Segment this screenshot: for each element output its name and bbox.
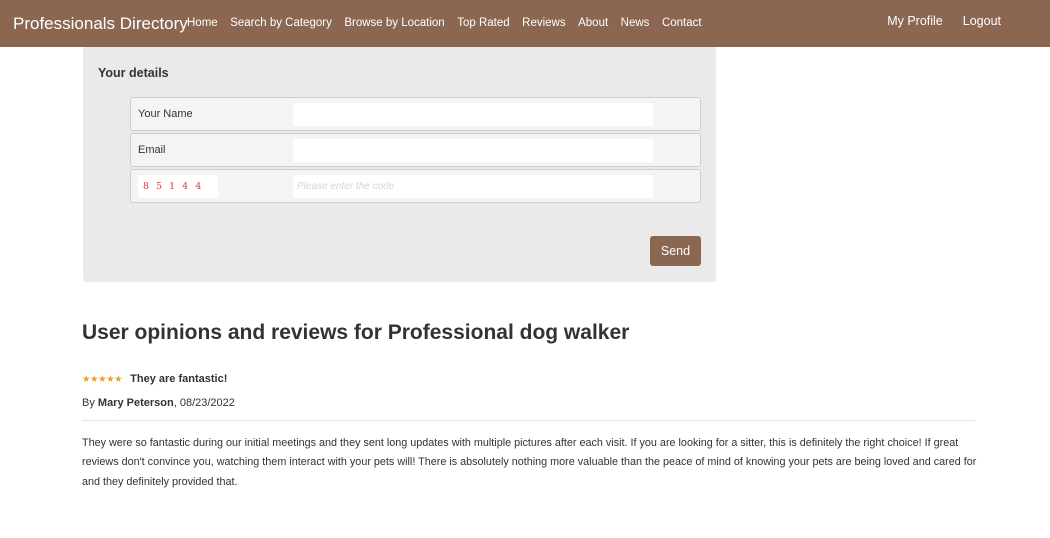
- review-body: They were so fantastic during our initia…: [82, 437, 977, 488]
- email-row: Email: [130, 133, 701, 167]
- brand-logo[interactable]: Professionals Directory: [13, 14, 188, 34]
- captcha-digit: 5: [156, 181, 163, 192]
- star-icon: ★: [114, 373, 123, 385]
- captcha-digit: 4: [182, 181, 189, 192]
- nav-contact[interactable]: Contact: [662, 17, 702, 29]
- star-rating: ★ ★ ★ ★ ★: [82, 373, 123, 385]
- nav-browse-by-location[interactable]: Browse by Location: [344, 17, 444, 29]
- nav-search-by-category[interactable]: Search by Category: [230, 17, 332, 29]
- nav-links: Home Search by Category Browse by Locati…: [187, 17, 714, 29]
- reviews-heading: User opinions and reviews for Profession…: [82, 321, 630, 344]
- review-title: They are fantastic!: [130, 373, 228, 385]
- captcha-image: 8 5 1 4 4: [138, 175, 218, 198]
- star-icon: ★: [82, 373, 91, 385]
- nav-my-profile[interactable]: My Profile: [887, 14, 943, 28]
- nav-about[interactable]: About: [578, 17, 608, 29]
- captcha-digit: 8: [143, 181, 150, 192]
- send-button[interactable]: Send: [650, 236, 701, 266]
- name-row: Your Name: [130, 97, 701, 131]
- captcha-input[interactable]: [293, 175, 653, 198]
- captcha-digit: 4: [195, 181, 202, 192]
- nav-reviews[interactable]: Reviews: [522, 17, 565, 29]
- review-author: Mary Peterson: [97, 397, 174, 409]
- captcha-row: 8 5 1 4 4: [130, 169, 701, 203]
- review-header: ★ ★ ★ ★ ★ They are fantastic!: [82, 373, 227, 385]
- contact-form-panel: Your details Your Name Email 8 5 1 4 4 S…: [83, 47, 716, 282]
- star-icon: ★: [106, 373, 115, 385]
- review-date: , 08/23/2022: [173, 397, 235, 409]
- form-title: Your details: [98, 66, 169, 80]
- email-input[interactable]: [293, 139, 653, 162]
- review-divider: [82, 420, 975, 421]
- star-icon: ★: [90, 373, 99, 385]
- top-navbar: Professionals Directory Home Search by C…: [0, 0, 1050, 47]
- nav-news[interactable]: News: [621, 17, 650, 29]
- nav-logout[interactable]: Logout: [963, 14, 1001, 28]
- name-label: Your Name: [138, 108, 193, 120]
- star-icon: ★: [98, 373, 107, 385]
- name-input[interactable]: [293, 103, 653, 126]
- nav-home[interactable]: Home: [187, 17, 218, 29]
- captcha-digit: 1: [169, 181, 176, 192]
- review-meta: By Mary Peterson, 08/23/2022: [82, 397, 235, 409]
- email-label: Email: [138, 144, 166, 156]
- review-by-prefix: By: [82, 397, 98, 409]
- nav-user-links: My Profile Logout: [867, 14, 1001, 28]
- nav-top-rated[interactable]: Top Rated: [457, 17, 509, 29]
